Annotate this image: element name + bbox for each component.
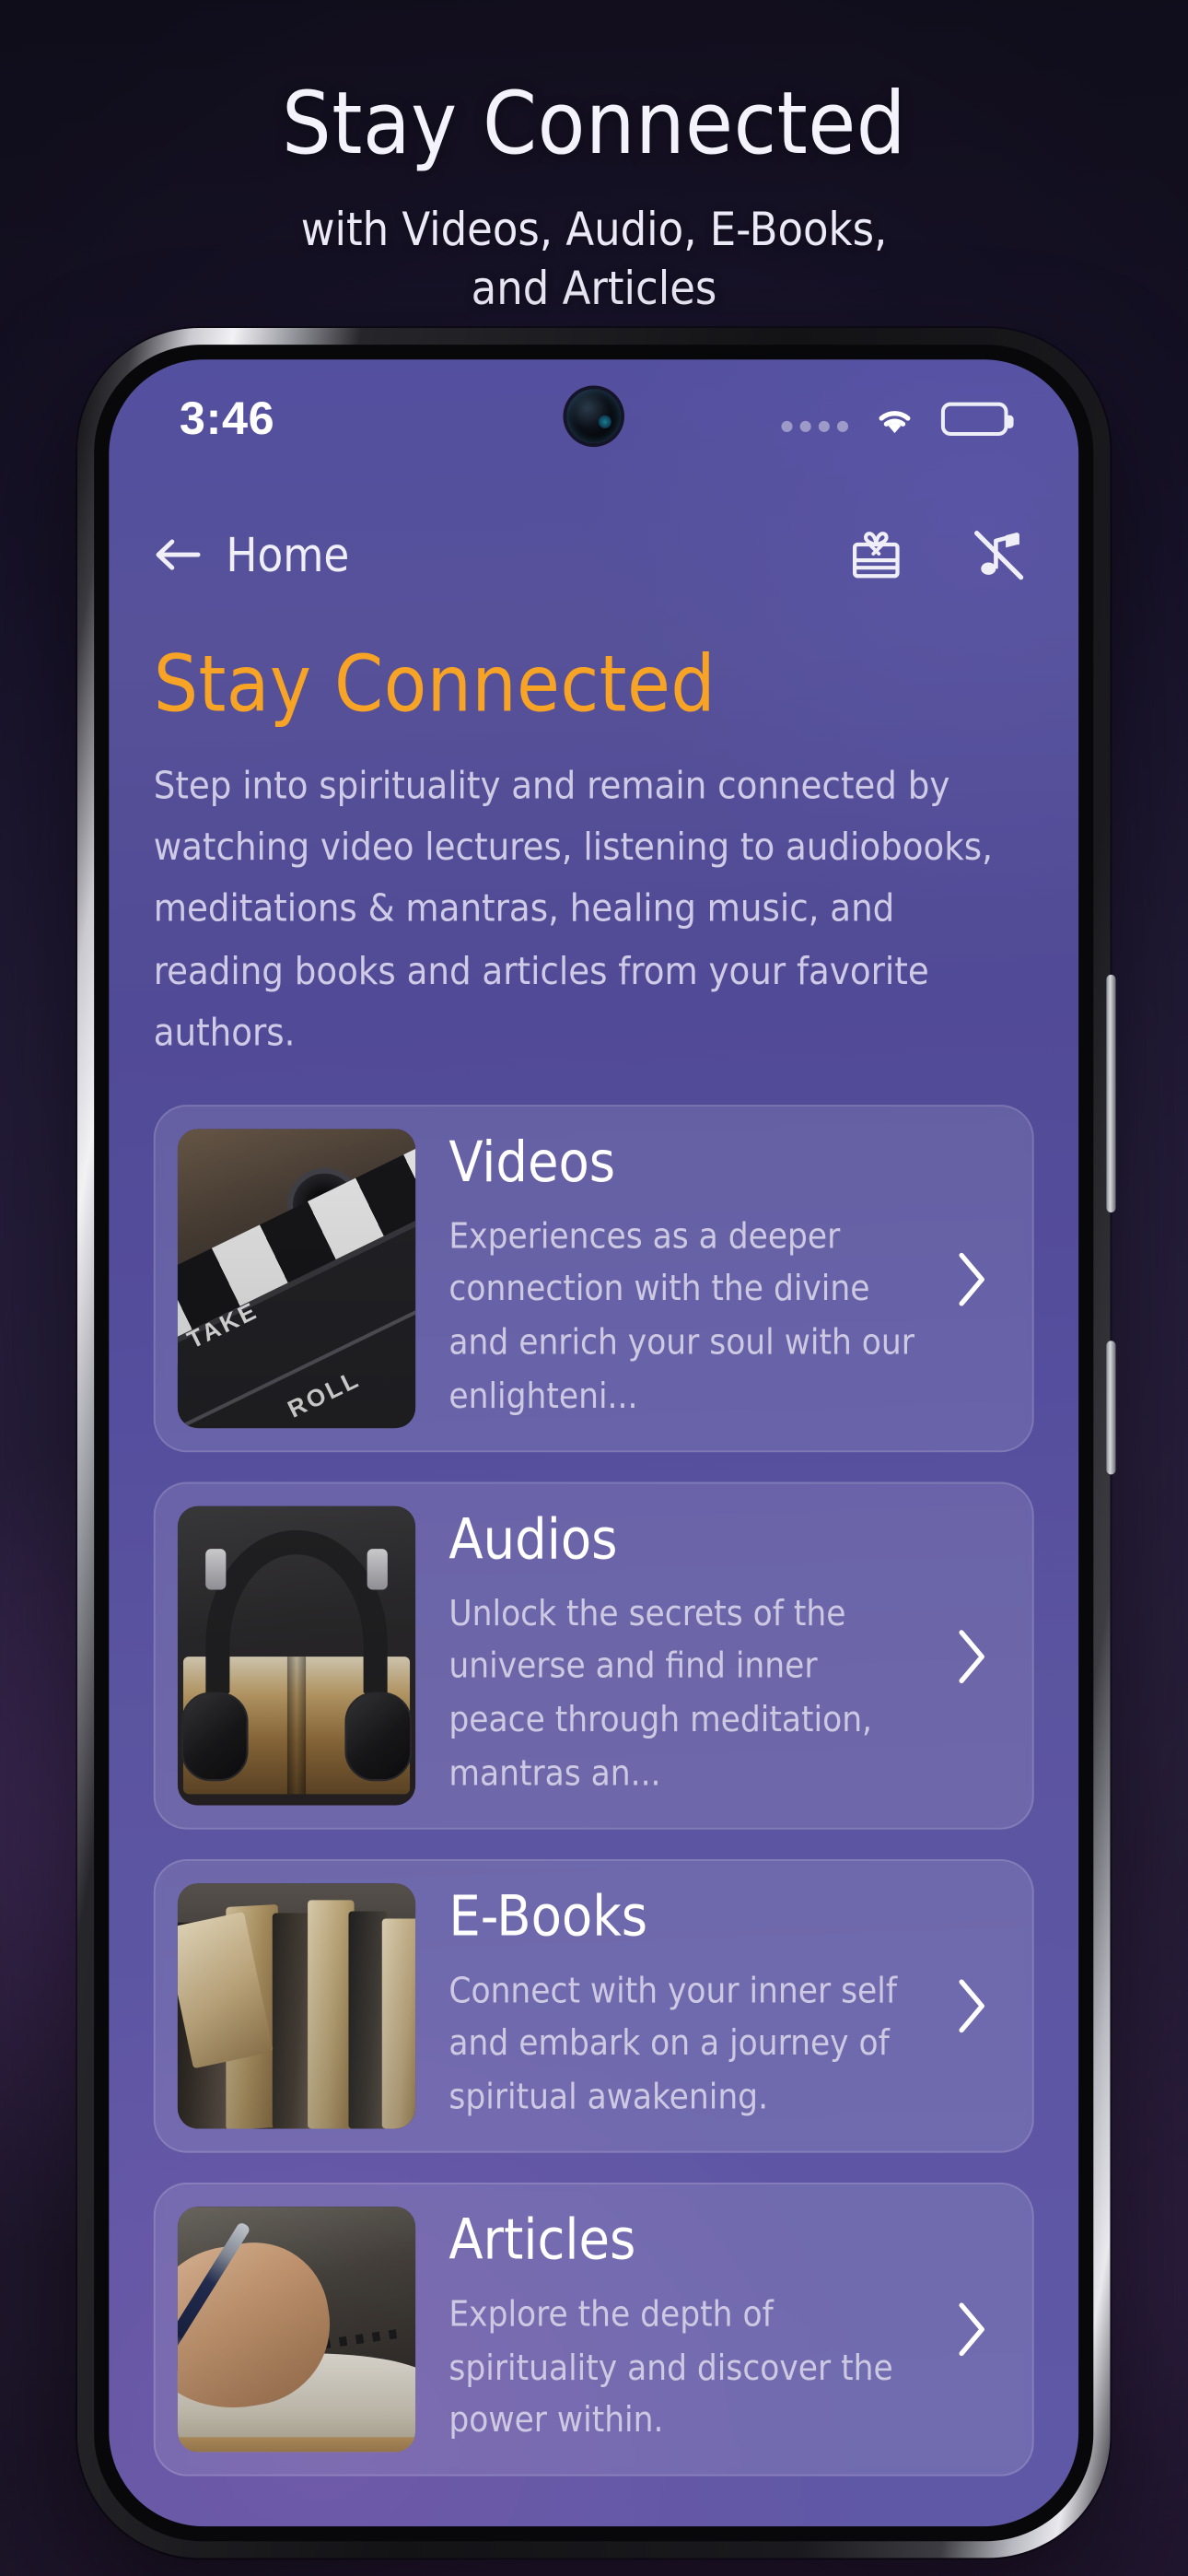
back-button-label: Home xyxy=(226,527,350,582)
status-bar-icons xyxy=(780,402,1014,436)
status-bar-time: 3:46 xyxy=(179,392,275,445)
battery-full-icon xyxy=(940,402,1014,436)
chevron-right-icon[interactable] xyxy=(932,1506,1010,1806)
category-card-list: TAKE ROLL Videos Experiences as a deeper… xyxy=(153,1105,1034,2477)
volume-button[interactable] xyxy=(1106,974,1116,1213)
card-title: Articles xyxy=(448,2208,636,2275)
chevron-right-icon[interactable] xyxy=(932,1129,1010,1428)
promo-subtitle-line-2: and Articles xyxy=(471,261,717,315)
promo-text-block: Stay Connected with Videos, Audio, E-Boo… xyxy=(0,0,1188,318)
card-description: Unlock the secrets of the universe and f… xyxy=(448,1592,873,1795)
phone-screen: 3:46 Home Stay Connected Step into spiri… xyxy=(109,359,1079,2527)
stacked-books-thumbnail xyxy=(177,1883,416,2129)
category-card-ebooks[interactable]: E-Books Connect with your inner self and… xyxy=(153,1859,1034,2153)
headphones-on-book-thumbnail xyxy=(177,1505,416,1806)
front-camera-punch-hole xyxy=(566,389,621,444)
category-card-videos[interactable]: TAKE ROLL Videos Experiences as a deeper… xyxy=(153,1105,1034,1453)
card-title: Audios xyxy=(448,1507,618,1574)
gift-icon[interactable] xyxy=(848,527,904,583)
card-title: E-Books xyxy=(448,1885,648,1950)
card-description: Explore the depth of spirituality and di… xyxy=(448,2293,893,2442)
wifi-icon xyxy=(872,403,916,436)
card-description: Experiences as a deeper connection with … xyxy=(448,1215,914,1418)
page-description: Step into spirituality and remain connec… xyxy=(153,762,994,1055)
music-note-off-icon[interactable] xyxy=(971,527,1027,583)
phone-mockup: 3:46 Home Stay Connected Step into spiri… xyxy=(77,328,1116,2576)
page-title: Stay Connected xyxy=(153,638,716,730)
card-text-block: Articles Explore the depth of spirituali… xyxy=(415,2207,932,2452)
promo-subtitle-line-1: with Videos, Audio, E-Books, xyxy=(300,202,888,256)
card-text-block: E-Books Connect with your inner self and… xyxy=(415,1883,932,2128)
chevron-right-icon[interactable] xyxy=(932,2207,1010,2452)
arrow-left-icon xyxy=(154,536,202,573)
card-title: Videos xyxy=(448,1130,616,1196)
promo-subtitle: with Videos, Audio, E-Books, and Article… xyxy=(0,200,1188,318)
page-content: Stay Connected Step into spirituality an… xyxy=(109,613,1078,2527)
signal-dots-icon xyxy=(780,419,849,436)
promo-title: Stay Connected xyxy=(282,74,906,174)
card-description: Connect with your inner self and embark … xyxy=(448,1970,898,2118)
header-action-buttons xyxy=(848,527,1027,583)
clapperboard-thumbnail: TAKE ROLL xyxy=(177,1129,416,1429)
category-card-articles[interactable]: Articles Explore the depth of spirituali… xyxy=(153,2183,1034,2477)
chevron-right-icon[interactable] xyxy=(932,1883,1010,2128)
hand-writing-thumbnail xyxy=(177,2207,416,2453)
card-text-block: Videos Experiences as a deeper connectio… xyxy=(415,1129,932,1428)
power-button[interactable] xyxy=(1106,1341,1116,1475)
back-button[interactable]: Home xyxy=(154,527,350,582)
category-card-audios[interactable]: Audios Unlock the secrets of the univers… xyxy=(153,1481,1034,1830)
app-header: Home xyxy=(109,498,1078,613)
card-text-block: Audios Unlock the secrets of the univers… xyxy=(415,1506,932,1806)
